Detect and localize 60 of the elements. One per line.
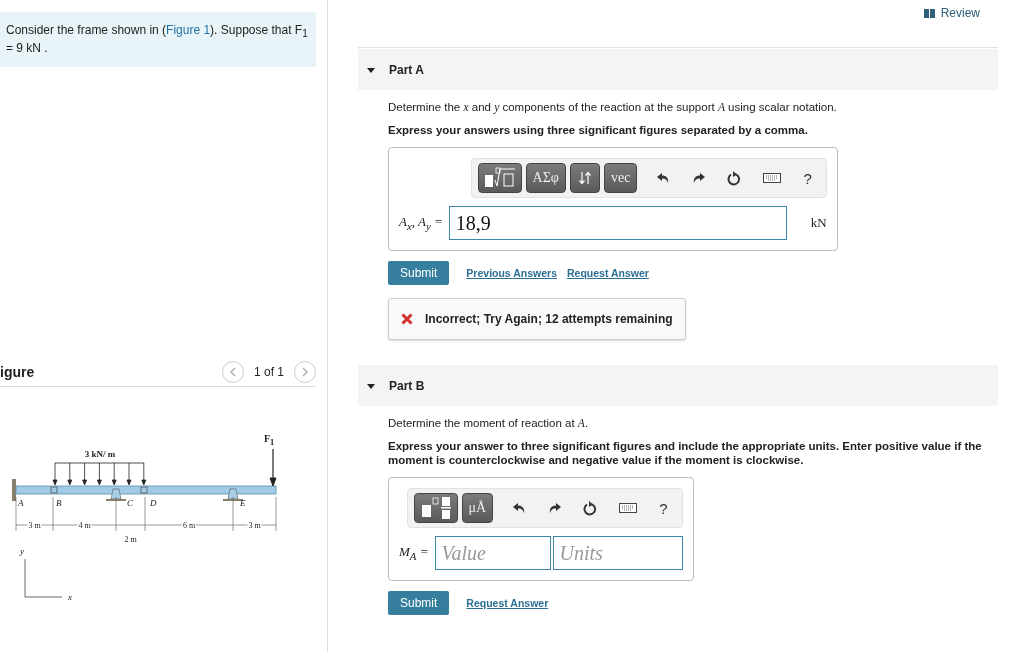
pager-text: 1 of 1	[253, 364, 284, 379]
dimension-label: 2 m	[124, 535, 137, 545]
point-label: B	[56, 498, 62, 509]
keyboard-icon[interactable]	[619, 503, 638, 513]
submit-button[interactable]: Submit	[388, 591, 450, 615]
reset-icon[interactable]	[583, 500, 598, 516]
submit-button[interactable]: Submit	[388, 261, 450, 285]
problem-text: Consider the frame shown in (Figure 1). Suppose that F$_{1}$ = 9 kN .	[6, 23, 308, 56]
answer-link[interactable]: Request Answer	[567, 267, 649, 279]
part-title[interactable]: Part A	[389, 62, 424, 77]
redo-icon[interactable]	[692, 172, 706, 184]
part-title[interactable]: Part B	[389, 378, 425, 393]
up-down-arrows-icon[interactable]	[577, 171, 592, 185]
redo-icon[interactable]	[548, 502, 562, 514]
support-icon	[223, 489, 243, 502]
instruction-text: Express your answer to three significant figures and include the appropriate units. Enter positive value if the moment is counterclockwise and negative value if the moment is clockwise.	[388, 439, 983, 467]
feedback-text: Incorrect; Try Again; 12 attempts remaining	[425, 312, 673, 326]
keyboard-icon[interactable]	[763, 173, 782, 183]
answer-field[interactable]: Value	[434, 536, 551, 570]
answer-field[interactable]: 18,9	[448, 206, 787, 240]
force-label: F$_{1}$	[264, 433, 275, 450]
units-field[interactable]: Units	[552, 536, 683, 570]
point-label: C	[127, 498, 133, 509]
load-label: 3 kN/ m	[84, 449, 116, 460]
unit-label: kN	[810, 215, 827, 231]
dimension-label: 6 m	[182, 521, 196, 531]
force-arrow	[269, 448, 277, 487]
symbol-button[interactable]: μÅ	[461, 493, 494, 523]
book-icon	[923, 8, 935, 18]
reset-icon[interactable]	[727, 170, 742, 186]
answer-link[interactable]: Request Answer	[466, 597, 549, 609]
axis-label: x	[68, 592, 72, 603]
dimension-label: 3 m	[28, 521, 41, 531]
point-label: A	[18, 498, 24, 509]
point-label: D	[150, 498, 157, 509]
symbol-button[interactable]: vec	[603, 163, 638, 193]
figure-link[interactable]: Figure 1	[166, 23, 211, 37]
question-text: Determine the x and y components of the reaction at the support A using scalar notation.	[388, 100, 838, 115]
answer-label: M$_{A}$ =	[399, 544, 429, 562]
figure-title: igure	[0, 363, 35, 380]
cross-icon	[401, 313, 413, 325]
help-button[interactable]: ?	[803, 169, 812, 187]
answer-label: A$_{x}$, A$_{y}$ =	[399, 214, 443, 232]
pin-icon	[50, 487, 58, 494]
undo-icon[interactable]	[657, 172, 671, 184]
point-label: E	[240, 498, 246, 509]
undo-icon[interactable]	[513, 502, 527, 514]
symbol-button[interactable]: ΑΣφ	[525, 163, 566, 193]
arrows-button[interactable]	[569, 163, 600, 193]
dimension-label: 3 m	[248, 521, 261, 531]
answer-link[interactable]: Previous Answers	[466, 267, 557, 279]
review-link[interactable]: Review	[923, 6, 980, 20]
instruction-text: Express your answers using three significant figures separated by a comma.	[388, 123, 809, 137]
support-icon	[106, 489, 126, 502]
question-text: Determine the moment of reaction at A.	[388, 416, 590, 431]
pin-icon	[140, 487, 148, 494]
dimension-label: 4 m	[78, 521, 91, 531]
axis-label: y	[20, 546, 24, 557]
help-button[interactable]: ?	[659, 499, 668, 517]
axes-drawing	[24, 559, 63, 598]
